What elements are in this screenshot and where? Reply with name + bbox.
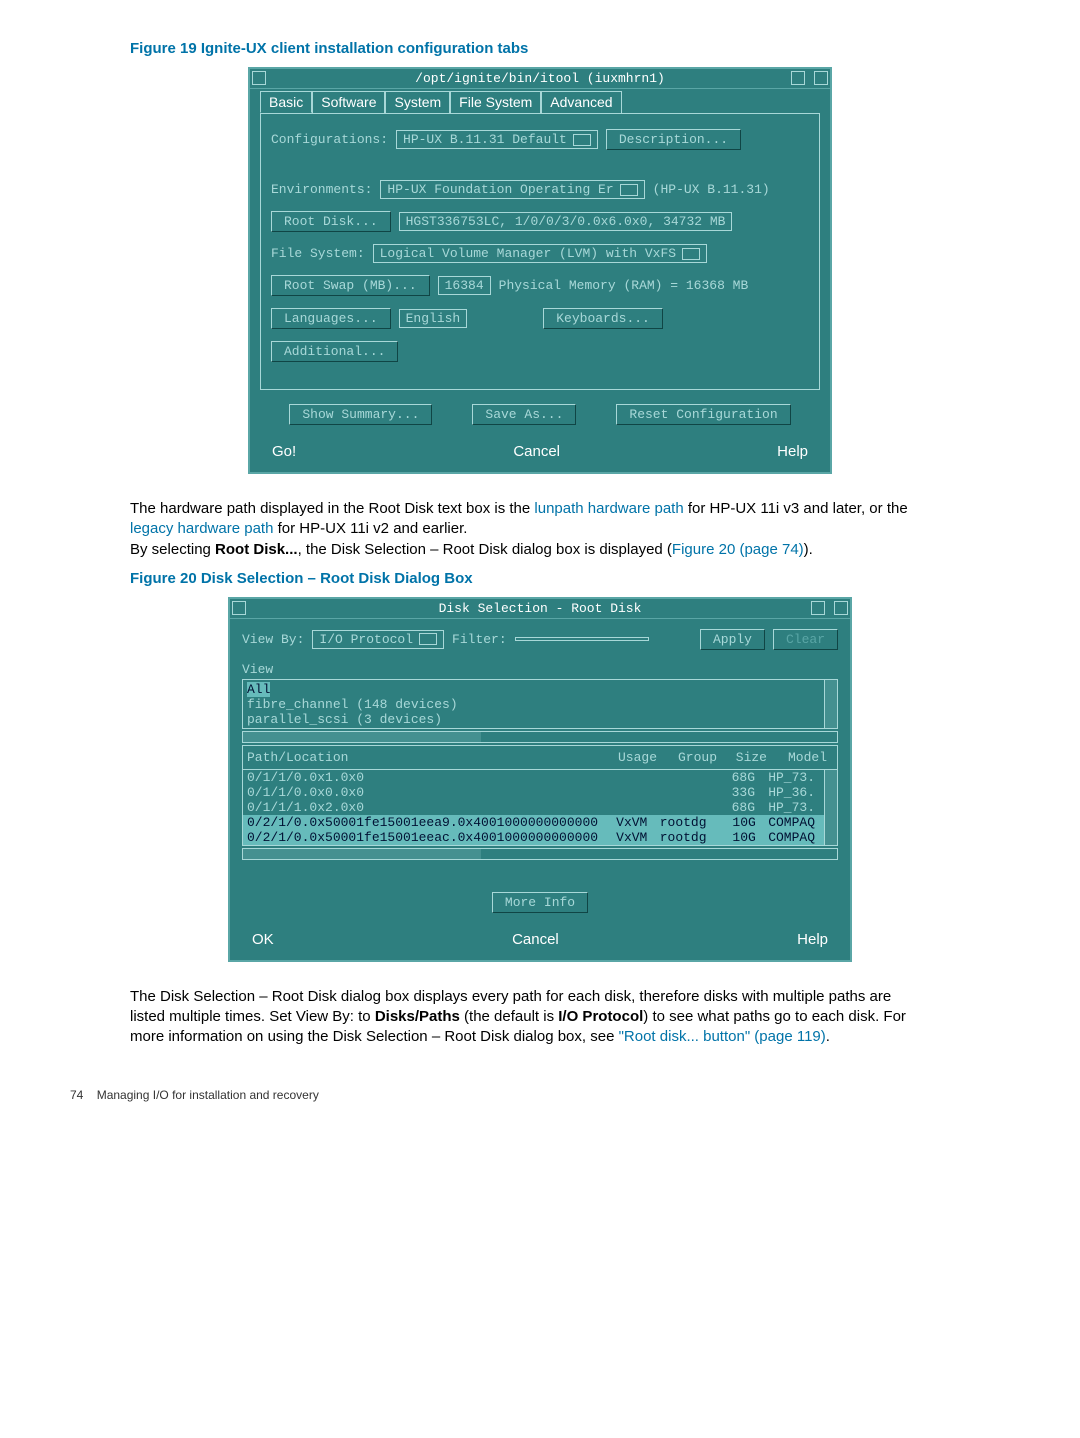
table-row[interactable]: 0/2/1/0.0x50001fe15001eeac.0x40010000000… — [243, 830, 825, 845]
help-button[interactable]: Help — [787, 929, 838, 950]
view-tree[interactable]: All fibre_channel (148 devices) parallel… — [242, 679, 838, 729]
scrollbar-horizontal[interactable] — [242, 731, 838, 743]
itool-window: /opt/ignite/bin/itool (iuxmhrn1) Basic S… — [248, 67, 832, 474]
view-by-label: View By: — [242, 632, 304, 647]
tree-item[interactable]: All — [247, 682, 270, 697]
titlebar: Disk Selection - Root Disk — [230, 599, 850, 619]
languages-button[interactable]: Languages... — [271, 308, 391, 329]
root-disk-field[interactable]: HGST336753LC, 1/0/0/3/0.0x6.0x0, 34732 M… — [399, 212, 733, 231]
basic-panel: Configurations: HP-UX B.11.31 Default De… — [260, 113, 820, 390]
dropdown-icon — [682, 248, 700, 260]
page-footer: 74 Managing I/O for installation and rec… — [50, 1058, 1030, 1102]
col-path: Path/Location — [247, 750, 607, 765]
view-by-value: I/O Protocol — [319, 632, 413, 647]
minimize-icon[interactable] — [791, 71, 805, 85]
figure-19-caption: Figure 19 Ignite-UX client installation … — [50, 40, 1030, 57]
body-text-2: The Disk Selection – Root Disk dialog bo… — [50, 977, 910, 1058]
scrollbar-vertical[interactable] — [824, 770, 837, 845]
go-button[interactable]: Go! — [262, 441, 306, 462]
minimize-icon[interactable] — [811, 601, 825, 615]
col-model: Model — [767, 750, 833, 765]
keyboards-button[interactable]: Keyboards... — [543, 308, 663, 329]
filesystem-dropdown[interactable]: Logical Volume Manager (LVM) with VxFS — [373, 244, 707, 263]
root-swap-field[interactable]: 16384 — [438, 276, 491, 295]
maximize-icon[interactable] — [814, 71, 828, 85]
sysmenu-icon[interactable] — [232, 601, 246, 615]
filesystem-value: Logical Volume Manager (LVM) with VxFS — [380, 246, 676, 261]
ok-button[interactable]: OK — [242, 929, 284, 950]
disk-list-header: Path/Location Usage Group Size Model — [242, 745, 838, 769]
physical-memory: Physical Memory (RAM) = 16368 MB — [499, 278, 749, 293]
titlebar: /opt/ignite/bin/itool (iuxmhrn1) — [250, 69, 830, 89]
help-button[interactable]: Help — [767, 441, 818, 462]
scrollbar-vertical[interactable] — [824, 680, 837, 728]
bottom-bar: OK Cancel Help — [230, 923, 850, 960]
bottom-bar: Go! Cancel Help — [250, 435, 830, 472]
dropdown-icon — [419, 633, 437, 645]
lunpath-link[interactable]: lunpath hardware path — [534, 500, 683, 517]
dropdown-icon — [573, 134, 591, 146]
page-number: 74 — [70, 1088, 83, 1102]
col-size: Size — [717, 750, 767, 765]
reset-configuration-button[interactable]: Reset Configuration — [616, 404, 790, 425]
body-text-1: The hardware path displayed in the Root … — [50, 489, 910, 570]
configurations-value: HP-UX B.11.31 Default — [403, 132, 567, 147]
tree-item[interactable]: fibre_channel (148 devices) — [247, 697, 458, 712]
table-row[interactable]: 0/1/1/0.0x1.0x068GHP_73. — [243, 770, 825, 785]
environments-suffix: (HP-UX B.11.31) — [653, 182, 770, 197]
save-as-button[interactable]: Save As... — [472, 404, 576, 425]
scrollbar-horizontal[interactable] — [242, 848, 838, 860]
root-swap-button[interactable]: Root Swap (MB)... — [271, 275, 430, 296]
filter-label: Filter: — [452, 632, 507, 647]
tab-file-system[interactable]: File System — [450, 91, 541, 113]
col-usage: Usage — [607, 750, 657, 765]
tree-item[interactable]: parallel_scsi (3 devices) — [247, 712, 442, 727]
dropdown-icon — [620, 184, 638, 196]
table-row[interactable]: 0/2/1/0.0x50001fe15001eea9.0x40010000000… — [243, 815, 825, 830]
table-row[interactable]: 0/1/1/1.0x2.0x068GHP_73. — [243, 800, 825, 815]
sysmenu-icon[interactable] — [252, 71, 266, 85]
clear-button[interactable]: Clear — [773, 629, 838, 650]
more-info-button[interactable]: More Info — [492, 892, 588, 913]
configurations-dropdown[interactable]: HP-UX B.11.31 Default — [396, 130, 598, 149]
apply-button[interactable]: Apply — [700, 629, 765, 650]
tabs: Basic Software System File System Advanc… — [250, 89, 830, 113]
view-by-dropdown[interactable]: I/O Protocol — [312, 630, 444, 649]
window-title: /opt/ignite/bin/itool (iuxmhrn1) — [415, 71, 665, 86]
tab-software[interactable]: Software — [312, 91, 385, 113]
tab-advanced[interactable]: Advanced — [541, 91, 621, 113]
environments-label: Environments: — [271, 182, 372, 197]
maximize-icon[interactable] — [834, 601, 848, 615]
languages-field[interactable]: English — [399, 309, 468, 328]
environments-value: HP-UX Foundation Operating Er — [387, 182, 613, 197]
description-button[interactable]: Description... — [606, 129, 741, 150]
disk-selection-window: Disk Selection - Root Disk View By: I/O … — [228, 597, 852, 962]
view-label: View — [242, 662, 838, 677]
section-title: Managing I/O for installation and recove… — [97, 1088, 319, 1102]
cancel-button[interactable]: Cancel — [503, 441, 570, 462]
figure-20-caption: Figure 20 Disk Selection – Root Disk Dia… — [50, 570, 1030, 587]
root-disk-button[interactable]: Root Disk... — [271, 211, 391, 232]
additional-button[interactable]: Additional... — [271, 341, 398, 362]
environments-dropdown[interactable]: HP-UX Foundation Operating Er — [380, 180, 644, 199]
tab-basic[interactable]: Basic — [260, 91, 312, 113]
filter-input[interactable] — [515, 637, 649, 641]
configurations-label: Configurations: — [271, 132, 388, 147]
disk-list[interactable]: 0/1/1/0.0x1.0x068GHP_73.0/1/1/0.0x0.0x03… — [242, 769, 838, 846]
figure20-link[interactable]: Figure 20 (page 74) — [672, 541, 804, 558]
window-title: Disk Selection - Root Disk — [439, 601, 642, 616]
show-summary-button[interactable]: Show Summary... — [289, 404, 432, 425]
col-group: Group — [657, 750, 717, 765]
tab-system[interactable]: System — [385, 91, 450, 113]
filesystem-label: File System: — [271, 246, 365, 261]
table-row[interactable]: 0/1/1/0.0x0.0x033GHP_36. — [243, 785, 825, 800]
cancel-button[interactable]: Cancel — [502, 929, 569, 950]
root-disk-button-link[interactable]: "Root disk... button" (page 119) — [619, 1028, 826, 1045]
legacy-link[interactable]: legacy hardware path — [130, 520, 273, 537]
